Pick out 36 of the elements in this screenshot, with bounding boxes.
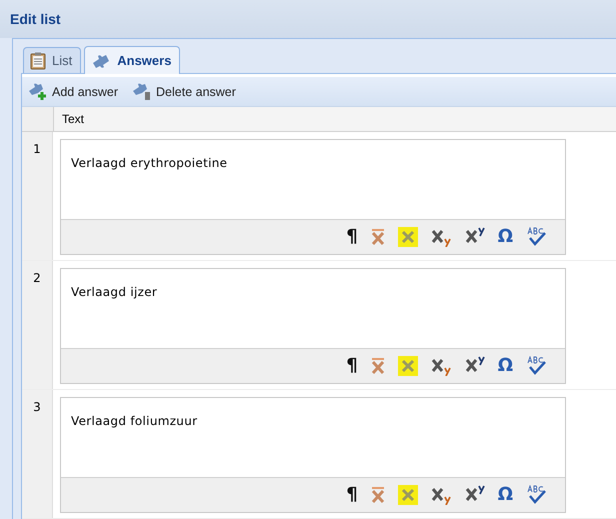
text-editor[interactable]: Verlaagd foliumzuur ¶ Ω bbox=[60, 397, 566, 513]
text-editor[interactable]: Verlaagd erythropoietine ¶ Ω bbox=[60, 139, 566, 255]
answer-text: Verlaagd ijzer bbox=[71, 285, 158, 299]
subscript-button[interactable] bbox=[430, 356, 452, 376]
spellcheck-button[interactable] bbox=[525, 356, 547, 376]
spellcheck-button[interactable] bbox=[525, 227, 547, 247]
highlight-button[interactable] bbox=[398, 356, 418, 376]
tab-label: Answers bbox=[117, 53, 172, 68]
answer-text: Verlaagd foliumzuur bbox=[71, 414, 198, 428]
answer-text: Verlaagd erythropoietine bbox=[71, 156, 228, 170]
text-editor[interactable]: Verlaagd ijzer ¶ Ω bbox=[60, 268, 566, 384]
subscript-button[interactable] bbox=[430, 227, 452, 247]
window-title: Edit list bbox=[10, 11, 61, 27]
puzzle-plus-icon bbox=[28, 82, 48, 101]
paragraph-button[interactable]: ¶ bbox=[346, 485, 358, 505]
row-number: 1 bbox=[33, 142, 41, 156]
paragraph-button[interactable]: ¶ bbox=[346, 227, 358, 247]
clipboard-icon bbox=[30, 52, 46, 70]
special-character-button[interactable]: Ω bbox=[498, 485, 513, 505]
add-button[interactable]: Add answer bbox=[26, 80, 120, 103]
special-character-button[interactable]: Ω bbox=[498, 356, 513, 376]
tab[interactable]: Answers bbox=[84, 46, 180, 74]
puzzle-trash-icon bbox=[132, 82, 152, 101]
paragraph-button[interactable]: ¶ bbox=[346, 356, 358, 376]
subscript-button[interactable] bbox=[430, 485, 452, 505]
row-number: 2 bbox=[33, 271, 41, 285]
highlight-button[interactable] bbox=[398, 227, 418, 247]
tab-label: List bbox=[52, 53, 72, 68]
row-number: 3 bbox=[33, 400, 41, 414]
column-header: Text bbox=[61, 111, 86, 128]
delete-button[interactable]: Delete answer bbox=[130, 80, 238, 103]
special-character-button[interactable]: Ω bbox=[498, 227, 513, 247]
puzzle-icon bbox=[91, 52, 112, 68]
tab[interactable]: List bbox=[23, 47, 82, 73]
highlight-button[interactable] bbox=[398, 485, 418, 505]
spellcheck-button[interactable] bbox=[525, 485, 547, 505]
